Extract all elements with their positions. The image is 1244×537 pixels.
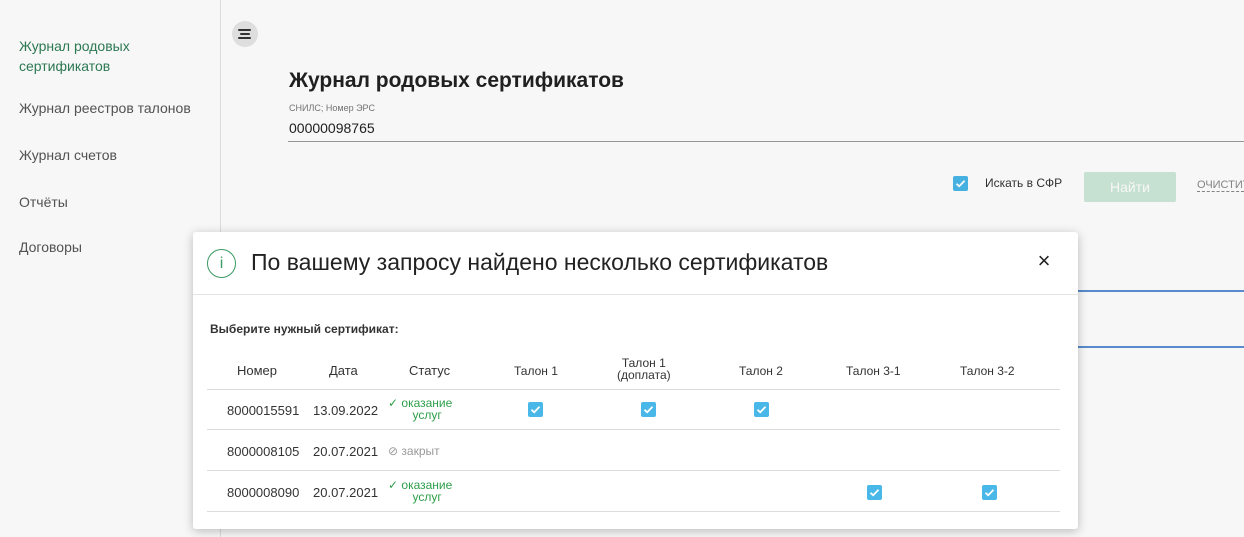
closed-icon: ⊘ (388, 444, 399, 458)
column-header-talon1: Талон 1 (514, 364, 558, 378)
info-icon: i (207, 249, 236, 278)
cell-number: 8000008105 (227, 444, 300, 459)
talon3-2-checkbox[interactable] (982, 485, 997, 500)
column-header-talon3-1: Талон 3-1 (846, 364, 901, 378)
status-badge: ✓ оказание услуг (388, 396, 453, 422)
column-header-number: Номер (237, 363, 278, 378)
status-badge: ✓ оказание услуг (388, 478, 453, 504)
table-row[interactable]: 8000015591 13.09.2022 ✓ оказание услуг (207, 390, 1060, 430)
cell-date: 20.07.2021 (313, 444, 379, 459)
column-header-status: Статус (409, 363, 451, 378)
check-mark-icon: ✓ (388, 396, 399, 410)
status-badge: ⊘ закрыт (388, 444, 440, 458)
check-mark-icon: ✓ (388, 478, 399, 492)
close-button[interactable]: × (1033, 250, 1055, 272)
talon1-extra-checkbox[interactable] (641, 402, 656, 417)
cell-number: 8000008090 (227, 485, 300, 500)
certificates-modal: i По вашему запросу найдено несколько се… (193, 232, 1078, 529)
app-root: Журнал родовых сертификатов Журнал реест… (0, 0, 1244, 537)
modal-subtitle: Выберите нужный сертификат: (210, 322, 399, 336)
cell-number: 8000015591 (227, 403, 300, 418)
cell-date: 13.09.2022 (313, 403, 379, 418)
column-header-talon2: Талон 2 (739, 364, 783, 378)
talon2-checkbox[interactable] (754, 402, 769, 417)
modal-title: По вашему запросу найдено несколько серт… (251, 249, 829, 275)
table-row[interactable]: 8000008105 20.07.2021 ⊘ закрыт (207, 431, 1060, 471)
column-header-talon1-extra: Талон 1 (доплата) (617, 356, 671, 382)
table-row[interactable]: 8000008090 20.07.2021 ✓ оказание услуг (207, 472, 1060, 512)
modal-header: i По вашему запросу найдено несколько се… (193, 232, 1078, 295)
column-header-date: Дата (329, 363, 358, 378)
cell-date: 20.07.2021 (313, 485, 379, 500)
talon3-1-checkbox[interactable] (867, 485, 882, 500)
talon1-checkbox[interactable] (528, 402, 543, 417)
column-header-talon3-2: Талон 3-2 (960, 364, 1015, 378)
